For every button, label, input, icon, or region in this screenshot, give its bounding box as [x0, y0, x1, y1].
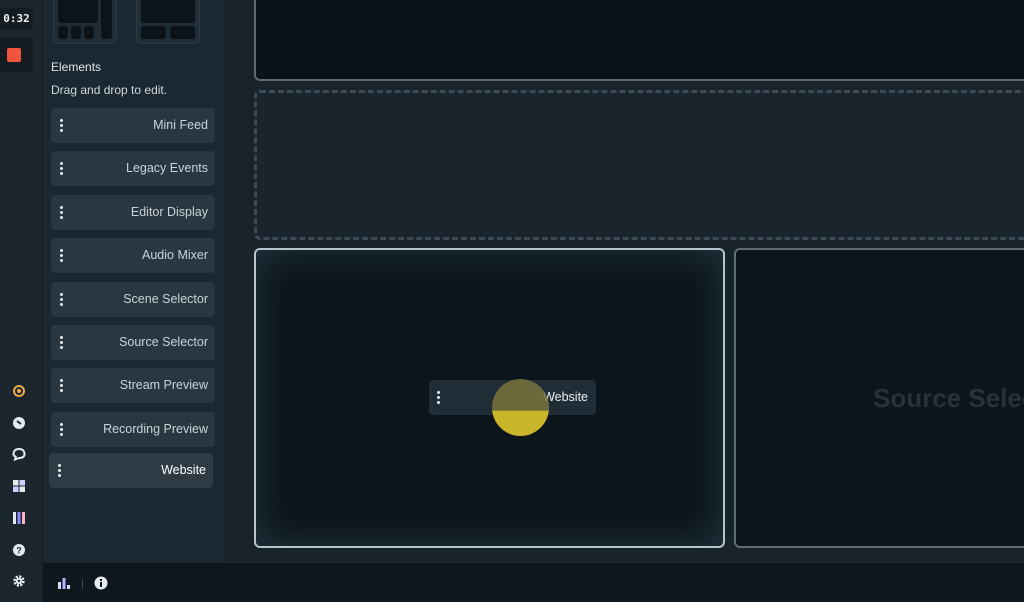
- empty-drop-zone[interactable]: [254, 90, 1024, 240]
- drag-handle-icon[interactable]: [57, 464, 61, 477]
- element-label: Source Selector: [119, 335, 208, 349]
- drag-handle-icon[interactable]: [59, 249, 63, 262]
- divider: [82, 579, 83, 589]
- section-title: Elements: [51, 60, 102, 74]
- dashboard-icon[interactable]: [11, 415, 27, 431]
- info-icon[interactable]: [94, 576, 108, 590]
- layout-template-1[interactable]: [53, 0, 117, 44]
- layout-canvas: Source Selector Website: [224, 0, 1024, 563]
- recording-timer: 0:32: [0, 8, 33, 30]
- element-website[interactable]: Website: [49, 453, 213, 488]
- help-icon[interactable]: ?: [11, 542, 27, 558]
- settings-icon[interactable]: [11, 573, 27, 589]
- bottom-bar: [43, 563, 1024, 602]
- nav-rail: 0:32 ?: [0, 0, 43, 602]
- element-source-selector[interactable]: Source Selector: [51, 325, 215, 360]
- drag-handle-icon: [437, 391, 441, 404]
- drag-handle-icon[interactable]: [59, 293, 63, 306]
- prime-icon[interactable]: [11, 383, 27, 399]
- cursor-highlight: [492, 379, 549, 436]
- drag-handle-icon[interactable]: [59, 162, 63, 175]
- slot-placeholder-label: Source Selector: [873, 383, 1024, 413]
- element-label: Website: [161, 463, 206, 477]
- drag-handle-icon[interactable]: [59, 119, 63, 132]
- dragging-element-label: Website: [543, 390, 588, 404]
- element-recording-preview[interactable]: Recording Preview: [51, 412, 215, 447]
- drag-handle-icon[interactable]: [59, 423, 63, 436]
- element-label: Mini Feed: [153, 118, 208, 132]
- element-label: Editor Display: [130, 205, 208, 219]
- chat-icon[interactable]: [11, 446, 27, 462]
- drag-handle-icon[interactable]: [59, 336, 63, 349]
- element-label: Legacy Events: [126, 161, 208, 175]
- element-stream-preview[interactable]: Stream Preview: [51, 368, 215, 403]
- element-label: Scene Selector: [123, 292, 208, 306]
- layout-editor-icon[interactable]: [11, 478, 27, 494]
- stats-icon[interactable]: [57, 576, 71, 590]
- drag-handle-icon[interactable]: [59, 379, 63, 392]
- element-audio-mixer[interactable]: Audio Mixer: [51, 238, 215, 273]
- drag-handle-icon[interactable]: [59, 206, 63, 219]
- element-legacy-events[interactable]: Legacy Events: [51, 151, 215, 186]
- elements-panel: Elements Drag and drop to edit. Mini Fee…: [43, 0, 223, 563]
- element-label: Recording Preview: [103, 422, 208, 436]
- element-editor-display[interactable]: Editor Display: [51, 195, 215, 230]
- stop-recording-button[interactable]: [0, 38, 33, 72]
- section-subtitle: Drag and drop to edit.: [51, 83, 168, 97]
- slot-top[interactable]: [254, 0, 1024, 81]
- slot-bottom-right[interactable]: Source Selector: [734, 248, 1024, 548]
- element-label: Stream Preview: [119, 378, 208, 392]
- element-mini-feed[interactable]: Mini Feed: [51, 108, 215, 143]
- studio-mode-icon[interactable]: [11, 510, 27, 526]
- stop-icon: [7, 48, 21, 62]
- layout-editor: 0:32 ? Elements Drag and drop to edit. M…: [0, 0, 1024, 602]
- element-scene-selector[interactable]: Scene Selector: [51, 282, 215, 317]
- layout-template-2[interactable]: [136, 0, 200, 44]
- svg-text:?: ?: [16, 546, 22, 556]
- element-label: Audio Mixer: [142, 248, 208, 262]
